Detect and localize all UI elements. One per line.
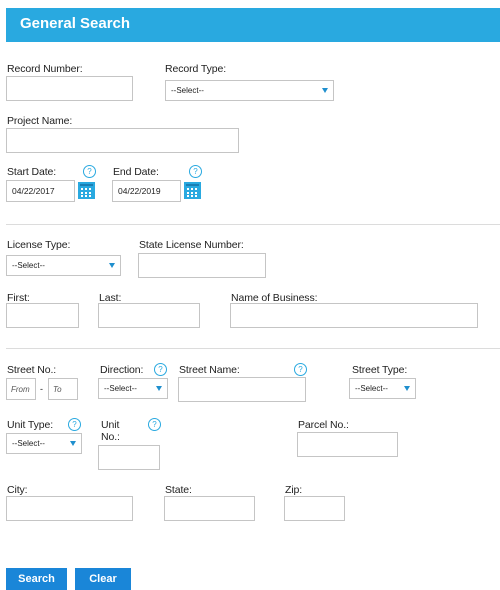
direction-select[interactable]: --Select-- bbox=[98, 378, 168, 399]
unit-type-help-icon[interactable]: ? bbox=[68, 418, 81, 431]
record-type-select[interactable]: --Select-- bbox=[165, 80, 334, 101]
first-name-input[interactable] bbox=[6, 303, 79, 328]
city-label: City: bbox=[7, 484, 28, 496]
start-date-input[interactable] bbox=[6, 180, 75, 202]
state-license-number-label: State License Number: bbox=[139, 239, 244, 251]
record-type-value: --Select-- bbox=[171, 86, 204, 95]
license-type-value: --Select-- bbox=[12, 261, 45, 270]
street-name-label: Street Name: bbox=[179, 364, 240, 376]
street-no-to-placeholder: To bbox=[53, 385, 62, 394]
direction-help-icon[interactable]: ? bbox=[154, 363, 167, 376]
end-date-help-icon[interactable]: ? bbox=[189, 165, 202, 178]
parcel-no-input[interactable] bbox=[297, 432, 398, 457]
street-no-to-input[interactable]: To bbox=[48, 378, 78, 400]
start-date-label: Start Date: bbox=[7, 166, 57, 178]
start-date-help-icon[interactable]: ? bbox=[83, 165, 96, 178]
last-name-input[interactable] bbox=[98, 303, 200, 328]
clear-button[interactable]: Clear bbox=[75, 568, 131, 590]
record-number-label: Record Number: bbox=[7, 63, 83, 75]
street-no-from-input[interactable]: From bbox=[6, 378, 36, 400]
end-date-calendar-icon[interactable] bbox=[184, 182, 201, 199]
search-button[interactable]: Search bbox=[6, 568, 67, 590]
city-input[interactable] bbox=[6, 496, 133, 521]
unit-no-help-icon[interactable]: ? bbox=[148, 418, 161, 431]
street-name-help-icon[interactable]: ? bbox=[294, 363, 307, 376]
chevron-down-icon bbox=[70, 441, 76, 446]
section-title: General Search bbox=[20, 15, 131, 32]
start-date-calendar-icon[interactable] bbox=[78, 182, 95, 199]
street-no-label: Street No.: bbox=[7, 364, 57, 376]
zip-label: Zip: bbox=[285, 484, 303, 496]
business-name-input[interactable] bbox=[230, 303, 478, 328]
street-no-range-separator: - bbox=[40, 384, 43, 394]
state-license-number-input[interactable] bbox=[138, 253, 266, 278]
street-type-select[interactable]: --Select-- bbox=[349, 378, 416, 399]
unit-type-label: Unit Type: bbox=[7, 419, 54, 431]
unit-no-label-line1: Unit bbox=[101, 419, 120, 431]
project-name-label: Project Name: bbox=[7, 115, 73, 127]
chevron-down-icon bbox=[404, 386, 410, 391]
street-type-label: Street Type: bbox=[352, 364, 408, 376]
chevron-down-icon bbox=[109, 263, 115, 268]
unit-type-select[interactable]: --Select-- bbox=[6, 433, 82, 454]
chevron-down-icon bbox=[156, 386, 162, 391]
license-type-select[interactable]: --Select-- bbox=[6, 255, 121, 276]
street-name-input[interactable] bbox=[178, 377, 306, 402]
street-no-from-placeholder: From bbox=[11, 385, 30, 394]
street-type-value: --Select-- bbox=[355, 384, 388, 393]
project-name-input[interactable] bbox=[6, 128, 239, 153]
unit-no-label-line2: No.: bbox=[101, 431, 120, 443]
end-date-input[interactable] bbox=[112, 180, 181, 202]
license-type-label: License Type: bbox=[7, 239, 71, 251]
record-type-label: Record Type: bbox=[165, 63, 227, 75]
state-input[interactable] bbox=[164, 496, 255, 521]
parcel-no-label: Parcel No.: bbox=[298, 419, 349, 431]
state-label: State: bbox=[165, 484, 192, 496]
direction-label: Direction: bbox=[100, 364, 144, 376]
section-divider bbox=[6, 348, 500, 349]
record-number-input[interactable] bbox=[6, 76, 133, 101]
direction-value: --Select-- bbox=[104, 384, 137, 393]
unit-no-input[interactable] bbox=[98, 445, 160, 470]
end-date-label: End Date: bbox=[113, 166, 159, 178]
section-divider bbox=[6, 224, 500, 225]
zip-input[interactable] bbox=[284, 496, 345, 521]
chevron-down-icon bbox=[322, 88, 328, 93]
unit-type-value: --Select-- bbox=[12, 439, 45, 448]
section-header: General Search bbox=[6, 8, 500, 42]
